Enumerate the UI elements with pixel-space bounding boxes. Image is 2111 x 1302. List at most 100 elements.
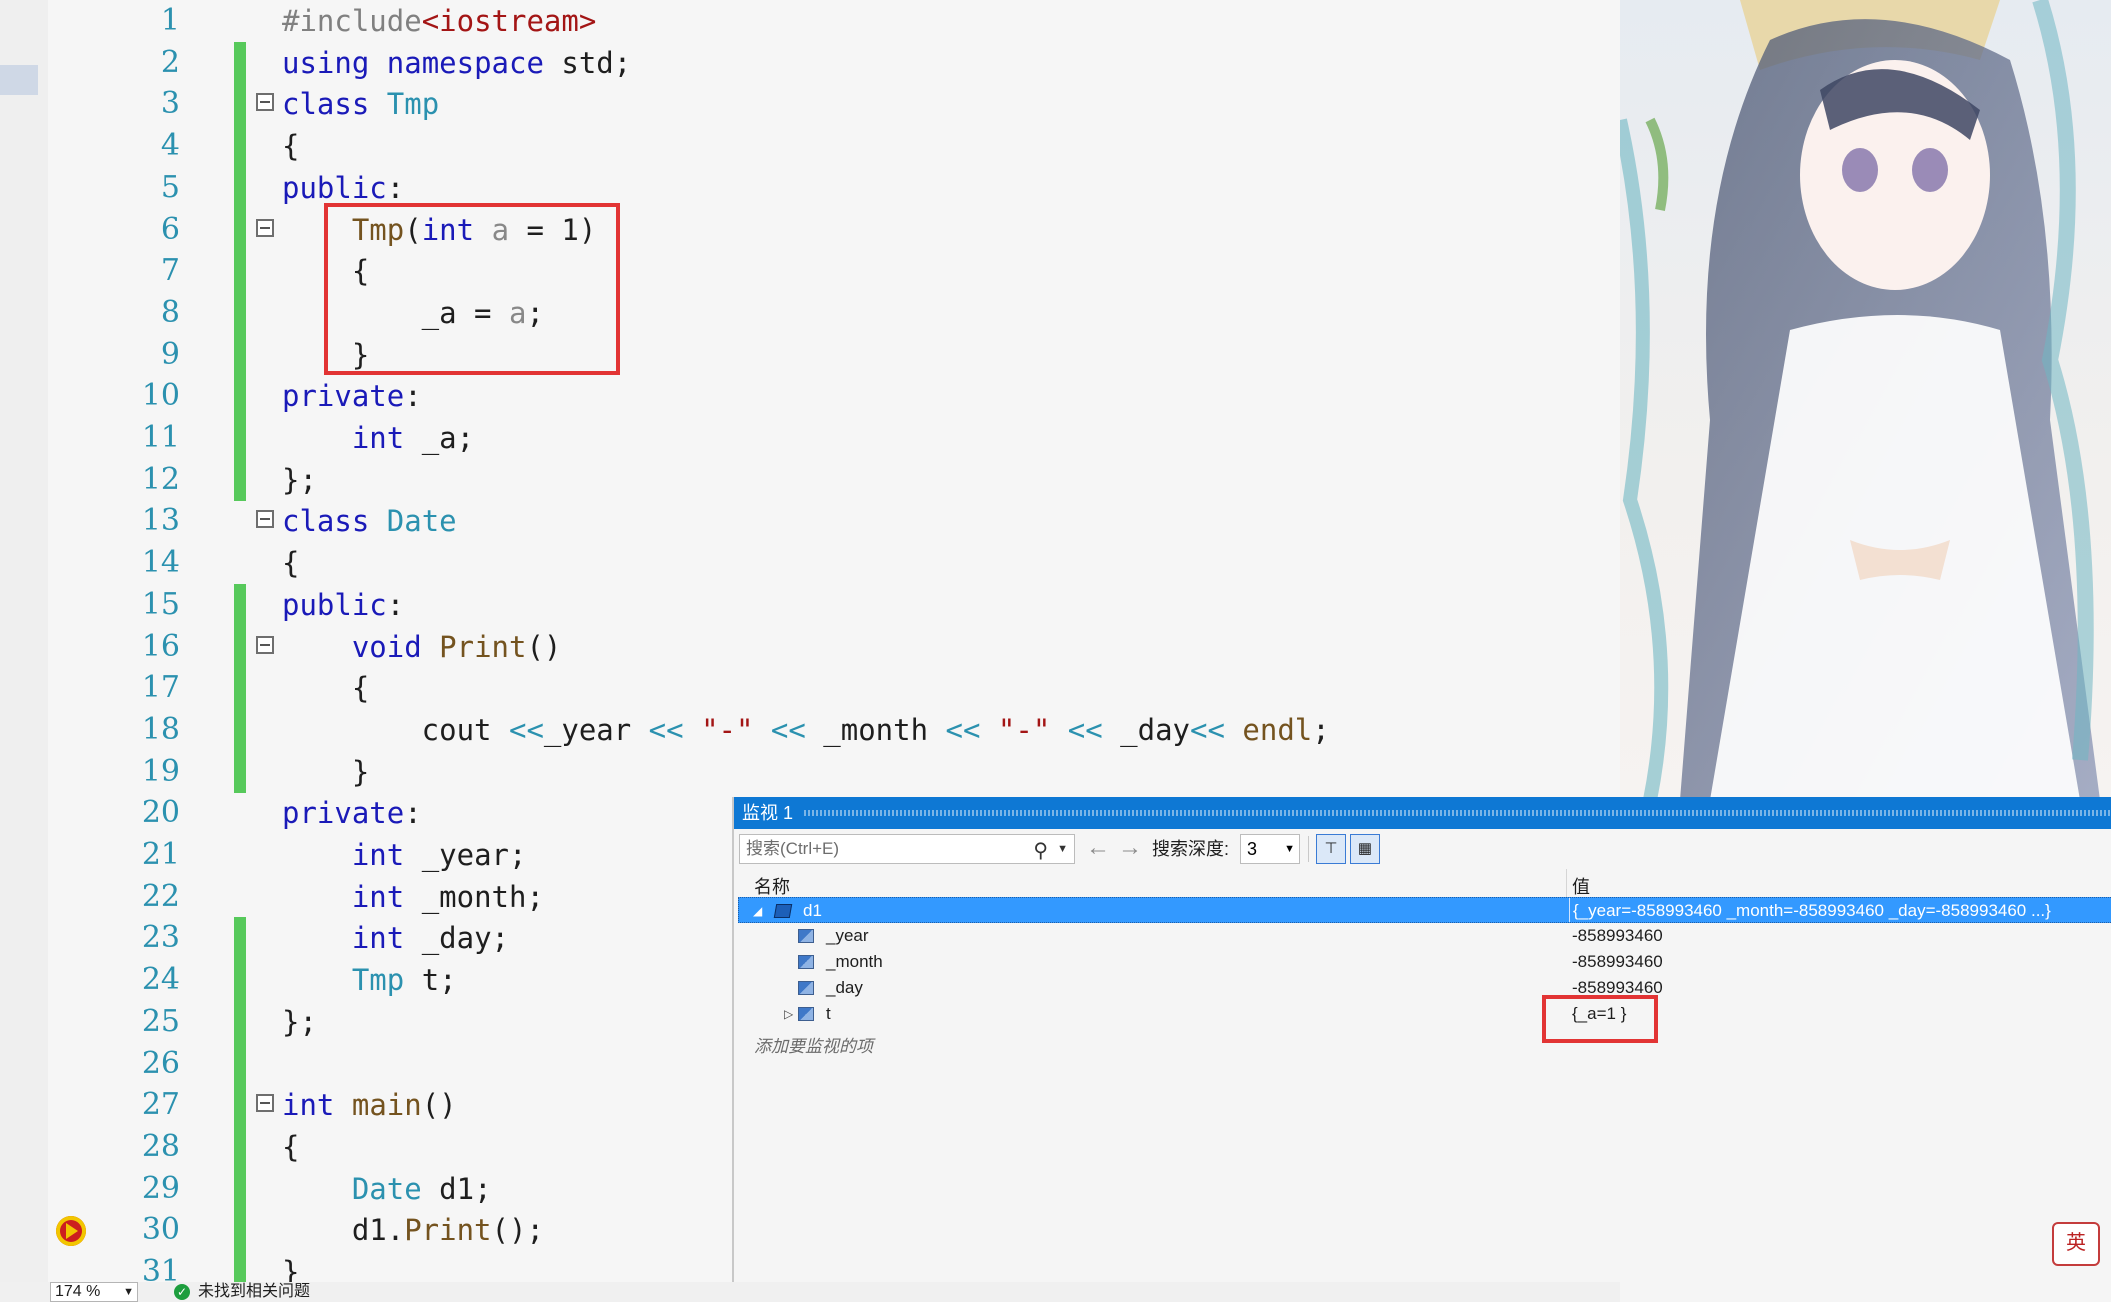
watch-row-name: d1 <box>803 901 822 920</box>
zoom-level: 174 % <box>55 1283 101 1300</box>
title-bar-grip[interactable] <box>804 810 2111 816</box>
change-indicator <box>234 959 246 1002</box>
code-line[interactable]: 8 _a = a; <box>0 291 1620 334</box>
change-indicator <box>234 125 246 168</box>
code-text[interactable]: { <box>282 125 299 167</box>
ime-language-icon[interactable]: 英 <box>2052 1222 2100 1266</box>
watch-search-input[interactable]: 搜索(Ctrl+E) ⚲ ▼ <box>739 834 1075 864</box>
collapse-toggle-icon[interactable] <box>256 218 274 237</box>
view-options-icon[interactable]: ▦ <box>1350 834 1380 864</box>
search-next-icon[interactable]: → <box>1118 834 1142 862</box>
code-text[interactable]: public: <box>282 584 404 626</box>
code-line[interactable]: 4{ <box>0 125 1620 168</box>
code-line[interactable]: 18 cout <<_year << "-" << _month << "-" … <box>0 708 1620 751</box>
code-line[interactable]: 1 #include<iostream> <box>0 0 1620 42</box>
watch-column-headers: 名称 值 <box>734 869 2111 897</box>
code-text[interactable]: void Print() <box>282 626 562 668</box>
code-text[interactable]: cout <<_year << "-" << _month << "-" << … <box>282 709 1330 751</box>
code-text[interactable]: { <box>282 542 299 584</box>
code-line[interactable]: 10 private: <box>0 375 1620 418</box>
column-splitter[interactable] <box>1566 869 1567 897</box>
watch-row-d1[interactable]: ◢ d1 {_year=-858993460 _month=-858993460… <box>738 897 2111 923</box>
line-number: 5 <box>160 169 180 205</box>
code-text[interactable]: } <box>282 1251 299 1282</box>
code-text[interactable]: private: <box>282 792 422 834</box>
code-text[interactable]: class Date <box>282 500 457 542</box>
code-text[interactable]: }; <box>282 459 317 501</box>
filter-pin-icon[interactable]: ⊤ <box>1316 834 1346 864</box>
code-line[interactable]: 3 class Tmp <box>0 83 1620 126</box>
watch-row-value[interactable]: {_year=-858993460 _month=-858993460 _day… <box>1573 898 2051 924</box>
code-text[interactable]: d1.Print(); <box>282 1209 544 1251</box>
code-line[interactable]: 15 public: <box>0 583 1620 626</box>
watch-toolbar: 搜索(Ctrl+E) ⚲ ▼ ← → 搜索深度: 3 ▼ ⊤ ▦ <box>734 829 2111 869</box>
issues-status[interactable]: 未找到相关问题 <box>198 1282 310 1302</box>
code-line[interactable]: 12}; <box>0 458 1620 501</box>
code-line[interactable]: 13 class Date <box>0 500 1620 542</box>
code-line[interactable]: 5 public: <box>0 166 1620 209</box>
watch-row-day[interactable]: _day -858993460 <box>738 975 2111 1001</box>
watch-window-title-bar[interactable]: 监视 1 <box>734 797 2111 829</box>
watch-window[interactable]: 监视 1 搜索(Ctrl+E) ⚲ ▼ ← → 搜索深度: 3 ▼ ⊤ ▦ 名称… <box>732 797 2111 1302</box>
column-header-name[interactable]: 名称 <box>754 873 790 899</box>
collapse-toggle-icon[interactable] <box>256 635 274 654</box>
code-line[interactable]: 7 { <box>0 250 1620 293</box>
change-indicator <box>234 1042 246 1085</box>
code-text[interactable]: } <box>282 751 369 793</box>
chevron-down-icon[interactable]: ▼ <box>1057 835 1068 863</box>
code-line[interactable]: 2 using namespace std; <box>0 41 1620 84</box>
code-text[interactable]: { <box>282 1126 299 1168</box>
collapse-triangle-icon[interactable]: ◢ <box>753 898 762 924</box>
code-text[interactable]: { <box>282 667 369 709</box>
code-text[interactable]: Tmp t; <box>282 959 457 1001</box>
line-number: 6 <box>160 211 180 247</box>
search-depth-select[interactable]: 3 ▼ <box>1240 834 1300 864</box>
code-text[interactable]: int _month; <box>282 876 544 918</box>
code-text[interactable]: int _day; <box>282 917 509 959</box>
toolbar-divider <box>1308 836 1309 862</box>
line-number: 16 <box>141 628 180 664</box>
code-text[interactable]: int _a; <box>282 417 474 459</box>
code-line[interactable]: 6 Tmp(int a = 1) <box>0 208 1620 251</box>
watch-row-t[interactable]: ▷ t {_a=1 } <box>738 1001 2111 1027</box>
zoom-select[interactable]: 174 % ▼ <box>50 1282 138 1302</box>
watch-row-month[interactable]: _month -858993460 <box>738 949 2111 975</box>
column-header-value[interactable]: 值 <box>1572 873 1590 899</box>
code-text[interactable]: #include<iostream> <box>282 0 596 42</box>
add-watch-item[interactable]: 添加要监视的项 <box>754 1032 873 1057</box>
code-line[interactable]: 17 { <box>0 667 1620 710</box>
code-text[interactable]: }; <box>282 1001 317 1043</box>
search-placeholder: 搜索(Ctrl+E) <box>746 839 840 858</box>
collapse-toggle-icon[interactable] <box>256 93 274 112</box>
line-number: 26 <box>141 1045 180 1081</box>
watch-row-value[interactable]: -858993460 <box>1572 923 1663 949</box>
line-number: 28 <box>141 1128 180 1164</box>
code-text[interactable]: Date d1; <box>282 1168 492 1210</box>
change-indicator <box>234 83 246 126</box>
code-line[interactable]: 9 } <box>0 333 1620 376</box>
change-indicator <box>234 458 246 501</box>
collapse-toggle-icon[interactable] <box>256 510 274 529</box>
collapse-toggle-icon[interactable] <box>256 1094 274 1113</box>
code-text[interactable]: int main() <box>282 1084 457 1126</box>
chevron-down-icon: ▼ <box>123 1286 134 1298</box>
change-indicator <box>234 1167 246 1210</box>
code-text[interactable]: using namespace std; <box>282 42 631 84</box>
watch-row-value[interactable]: -858993460 <box>1572 949 1663 975</box>
code-line[interactable]: 14 { <box>0 542 1620 584</box>
change-indicator <box>234 667 246 710</box>
code-line[interactable]: 16 void Print() <box>0 625 1620 668</box>
watch-row-year[interactable]: _year -858993460 <box>738 923 2111 949</box>
search-previous-icon[interactable]: ← <box>1086 834 1110 862</box>
code-text[interactable]: class Tmp <box>282 83 439 125</box>
change-indicator <box>234 750 246 793</box>
code-line[interactable]: 19 } <box>0 750 1620 793</box>
code-text[interactable]: int _year; <box>282 834 527 876</box>
line-number: 29 <box>141 1170 180 1206</box>
expand-triangle-icon[interactable]: ▷ <box>784 1001 793 1027</box>
change-indicator <box>234 417 246 459</box>
line-number: 30 <box>141 1212 180 1248</box>
search-icon[interactable]: ⚲ <box>1033 837 1048 865</box>
code-line[interactable]: 11 int _a; <box>0 417 1620 459</box>
code-text[interactable]: private: <box>282 375 422 417</box>
